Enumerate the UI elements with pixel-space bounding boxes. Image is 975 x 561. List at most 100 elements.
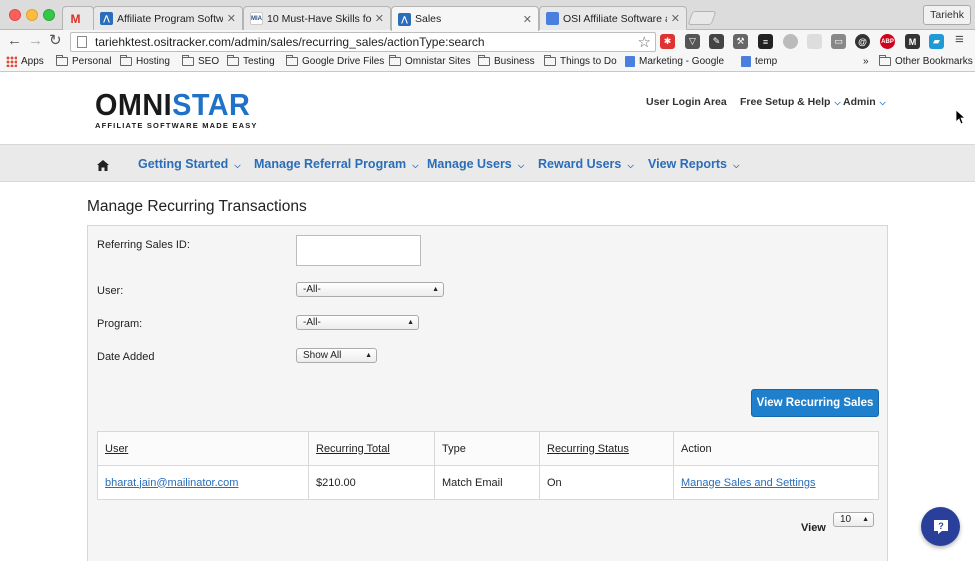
extension-blank-icon[interactable]: [807, 34, 822, 49]
bookmark-omnistar-sites[interactable]: Omnistar Sites: [389, 55, 471, 67]
folder-icon: [120, 55, 132, 66]
apps-grid-icon: [6, 56, 17, 67]
column-header-recurring-total[interactable]: Recurring Total: [308, 431, 435, 466]
mia-icon: MIA: [250, 12, 263, 25]
column-header-user[interactable]: User: [97, 431, 309, 466]
bookmarks-overflow[interactable]: »: [863, 56, 869, 67]
referring-sales-id-input[interactable]: [296, 235, 421, 266]
browser-tab-sales[interactable]: ⋀ Sales ✕: [391, 6, 539, 31]
user-select[interactable]: -All- ▲: [296, 282, 444, 297]
profile-button[interactable]: Tariehk: [923, 5, 971, 25]
bookmark-seo[interactable]: SEO: [182, 55, 219, 67]
evernote-icon[interactable]: ✎: [709, 34, 724, 49]
cell-recurring-total: $210.00: [308, 465, 435, 500]
bookmark-marketing[interactable]: Marketing - Google: [625, 56, 724, 67]
bookmark-google-drive-files[interactable]: Google Drive Files: [286, 55, 384, 67]
omnistar-icon: ⋀: [100, 12, 113, 25]
window-close-button[interactable]: [9, 9, 21, 21]
omnistar-icon: ⋀: [398, 12, 411, 26]
select-arrows-icon: ▲: [432, 286, 439, 293]
nav-reward-users[interactable]: Reward Users ⌵: [538, 157, 634, 171]
user-login-area-link[interactable]: User Login Area: [646, 96, 727, 108]
manage-sales-settings-link[interactable]: Manage Sales and Settings: [681, 477, 816, 489]
adblock-icon[interactable]: ABP: [880, 34, 895, 49]
table-header-row: User Recurring Total Type Recurring Stat…: [97, 431, 879, 466]
question-bubble-icon: ?: [933, 519, 948, 534]
cell-action: Manage Sales and Settings: [673, 465, 879, 500]
cast-icon[interactable]: ▭: [831, 34, 846, 49]
pocket-icon[interactable]: ▽: [685, 34, 700, 49]
nav-manage-referral-program[interactable]: Manage Referral Program ⌵: [254, 157, 418, 171]
bookmark-testing[interactable]: Testing: [227, 55, 275, 67]
chevron-down-icon: ⌵: [730, 161, 740, 170]
forward-arrow-icon[interactable]: →: [28, 33, 43, 49]
program-select[interactable]: -All- ▲: [296, 315, 419, 330]
chevron-down-icon: ⌵: [834, 98, 841, 107]
per-page-select[interactable]: 10 ▲: [833, 512, 874, 527]
folder-icon: [56, 55, 68, 66]
docs-icon: [546, 12, 559, 25]
mouse-cursor-icon: [956, 110, 966, 125]
extension-blue-icon[interactable]: ▰: [929, 34, 944, 49]
browser-tab-affiliate[interactable]: ⋀ Affiliate Program Software ✕: [93, 6, 243, 30]
cell-user: bharat.jain@mailinator.com: [97, 465, 309, 500]
menu-icon[interactable]: ≡: [955, 32, 964, 48]
bookmark-hosting[interactable]: Hosting: [120, 55, 170, 67]
nav-manage-users[interactable]: Manage Users ⌵: [427, 157, 524, 171]
logo-tagline: AFFILIATE SOFTWARE MADE EASY: [95, 121, 258, 130]
view-recurring-sales-button[interactable]: View Recurring Sales: [751, 389, 879, 417]
bookmark-apps[interactable]: Apps: [6, 56, 44, 67]
browser-tab-bar: M ⋀ Affiliate Program Software ✕ MIA 10 …: [0, 0, 975, 31]
address-bar[interactable]: tariehktest.ositracker.com/admin/sales/r…: [70, 32, 656, 52]
nav-view-reports[interactable]: View Reports ⌵: [648, 157, 739, 171]
column-header-action: Action: [673, 431, 879, 466]
tab-close-icon[interactable]: ✕: [671, 12, 680, 25]
extension-circle-icon[interactable]: [783, 34, 798, 49]
extension-red-icon[interactable]: ✱: [660, 34, 675, 49]
bookmark-business[interactable]: Business: [478, 55, 535, 67]
cell-type: Match Email: [434, 465, 540, 500]
url-text[interactable]: tariehktest.ositracker.com/admin/sales/r…: [95, 35, 638, 49]
at-sign-icon[interactable]: @: [855, 34, 870, 49]
back-arrow-icon[interactable]: ←: [7, 33, 22, 49]
browser-tab-osi[interactable]: OSI Affiliate Software and S ✕: [539, 6, 687, 30]
tab-close-icon[interactable]: ✕: [523, 13, 532, 26]
window-minimize-button[interactable]: [26, 9, 38, 21]
cell-recurring-status: On: [539, 465, 674, 500]
admin-menu[interactable]: Admin ⌵: [843, 96, 886, 108]
new-tab-button[interactable]: [687, 11, 717, 25]
tab-close-icon[interactable]: ✕: [227, 12, 236, 25]
browser-toolbar: ← → ↻ tariehktest.ositracker.com/admin/s…: [0, 30, 975, 53]
user-email-link[interactable]: bharat.jain@mailinator.com: [105, 477, 238, 489]
folder-icon: [544, 55, 556, 66]
bookmark-personal[interactable]: Personal: [56, 55, 111, 67]
docs-icon: [741, 56, 751, 67]
bookmark-star-icon[interactable]: ☆: [638, 33, 651, 51]
browser-tab-skills[interactable]: MIA 10 Must-Have Skills for To ✕: [243, 6, 391, 30]
reload-icon[interactable]: ↻: [49, 33, 62, 49]
date-added-select[interactable]: Show All ▲: [296, 348, 377, 363]
column-header-recurring-status[interactable]: Recurring Status: [539, 431, 674, 466]
free-setup-menu[interactable]: Free Setup & Help ⌵: [740, 96, 841, 108]
medium-icon[interactable]: M: [905, 34, 920, 49]
browser-tab-gmail[interactable]: M: [62, 6, 94, 30]
window-zoom-button[interactable]: [43, 9, 55, 21]
tab-close-icon[interactable]: ✕: [375, 12, 384, 25]
nav-getting-started[interactable]: Getting Started ⌵: [138, 157, 241, 171]
bookmark-temp[interactable]: temp: [741, 56, 777, 67]
help-chat-button[interactable]: ?: [921, 507, 960, 546]
folder-icon: [879, 55, 891, 66]
folder-icon: [286, 55, 298, 66]
select-arrows-icon: ▲: [862, 516, 869, 523]
tools-icon[interactable]: ⚒: [733, 34, 748, 49]
program-label: Program:: [97, 318, 143, 330]
page-content: OMNISTAR AFFILIATE SOFTWARE MADE EASY Us…: [0, 72, 975, 561]
bookmark-other[interactable]: Other Bookmarks: [879, 55, 973, 67]
bookmark-things-to-do[interactable]: Things to Do: [544, 55, 617, 67]
select-arrows-icon: ▲: [365, 352, 372, 359]
recurring-transactions-table: User Recurring Total Type Recurring Stat…: [97, 431, 879, 500]
view-per-page-label: View: [801, 522, 826, 534]
home-icon[interactable]: [97, 160, 109, 171]
extension-stripe-icon[interactable]: ≡: [758, 34, 773, 49]
omnistar-logo[interactable]: OMNISTAR AFFILIATE SOFTWARE MADE EASY: [95, 89, 262, 130]
